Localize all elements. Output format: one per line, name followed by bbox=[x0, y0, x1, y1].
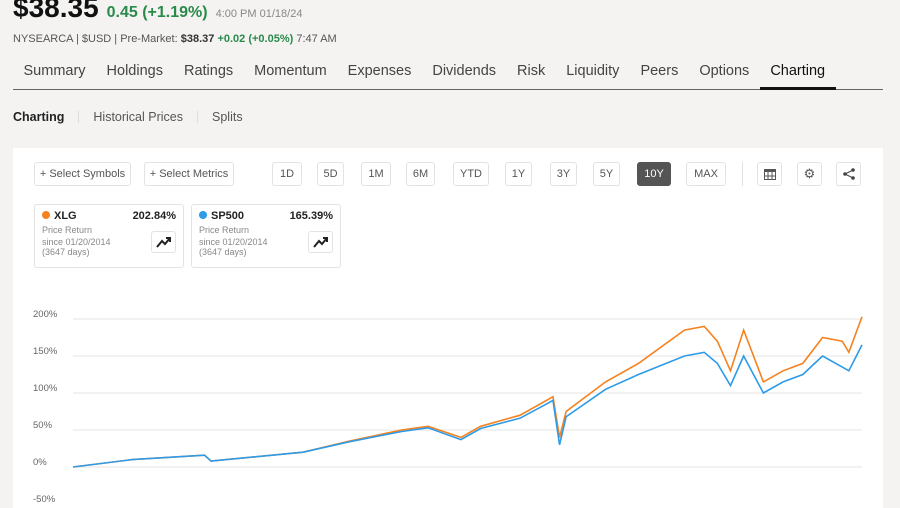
y-tick-label: 200% bbox=[33, 309, 58, 320]
tab-expenses[interactable]: Expenses bbox=[337, 56, 422, 90]
tab-risk[interactable]: Risk bbox=[507, 56, 556, 90]
tab-holdings[interactable]: Holdings bbox=[96, 56, 173, 90]
premarket-time: 7:47 AM bbox=[296, 33, 337, 45]
premarket-change: +0.02 (+0.05%) bbox=[217, 33, 294, 45]
subtab-splits[interactable]: Splits bbox=[212, 110, 243, 124]
subtab-charting[interactable]: Charting bbox=[13, 110, 64, 124]
tab-ratings[interactable]: Ratings bbox=[173, 56, 243, 90]
y-tick-label: 100% bbox=[33, 383, 58, 394]
quote-time: 4:00 PM 01/18/24 bbox=[215, 8, 303, 20]
y-tick-label: 50% bbox=[33, 420, 53, 431]
series-line-sp500 bbox=[72, 344, 863, 468]
line-chart[interactable]: 200%150%100%50%0%-50% bbox=[13, 148, 883, 508]
y-tick-label: 150% bbox=[33, 346, 58, 357]
sub-tabs: Charting Historical Prices Splits bbox=[13, 110, 243, 124]
tab-liquidity[interactable]: Liquidity bbox=[556, 56, 630, 90]
tab-options[interactable]: Options bbox=[689, 56, 760, 90]
subtab-historical-prices[interactable]: Historical Prices bbox=[93, 110, 183, 124]
main-tabs: Summary Holdings Ratings Momentum Expenses Di… bbox=[13, 56, 883, 90]
exchange: NYSEARCA | $USD | Pre-Market: bbox=[13, 33, 178, 45]
quote-header: $38.35 0.45 (+1.19%) 4:00 PM 01/18/24 bbox=[13, 0, 302, 24]
tab-summary[interactable]: Summary bbox=[13, 56, 96, 90]
series-line-xlg bbox=[72, 316, 863, 468]
tab-dividends[interactable]: Dividends bbox=[422, 56, 507, 90]
chart-card: + Select Symbols + Select Metrics 1D 5D 1M… bbox=[13, 148, 883, 508]
tab-charting[interactable]: Charting bbox=[759, 56, 836, 90]
tab-momentum[interactable]: Momentum bbox=[244, 56, 338, 90]
premarket-price: $38.37 bbox=[180, 33, 215, 45]
price-change: 0.45 (+1.19%) bbox=[106, 4, 208, 21]
tab-peers[interactable]: Peers bbox=[630, 56, 689, 90]
price: $38.35 bbox=[13, 0, 99, 23]
y-tick-label: 0% bbox=[33, 457, 47, 468]
premarket-line: NYSEARCA | $USD | Pre-Market: $38.37 +0.… bbox=[13, 33, 337, 45]
